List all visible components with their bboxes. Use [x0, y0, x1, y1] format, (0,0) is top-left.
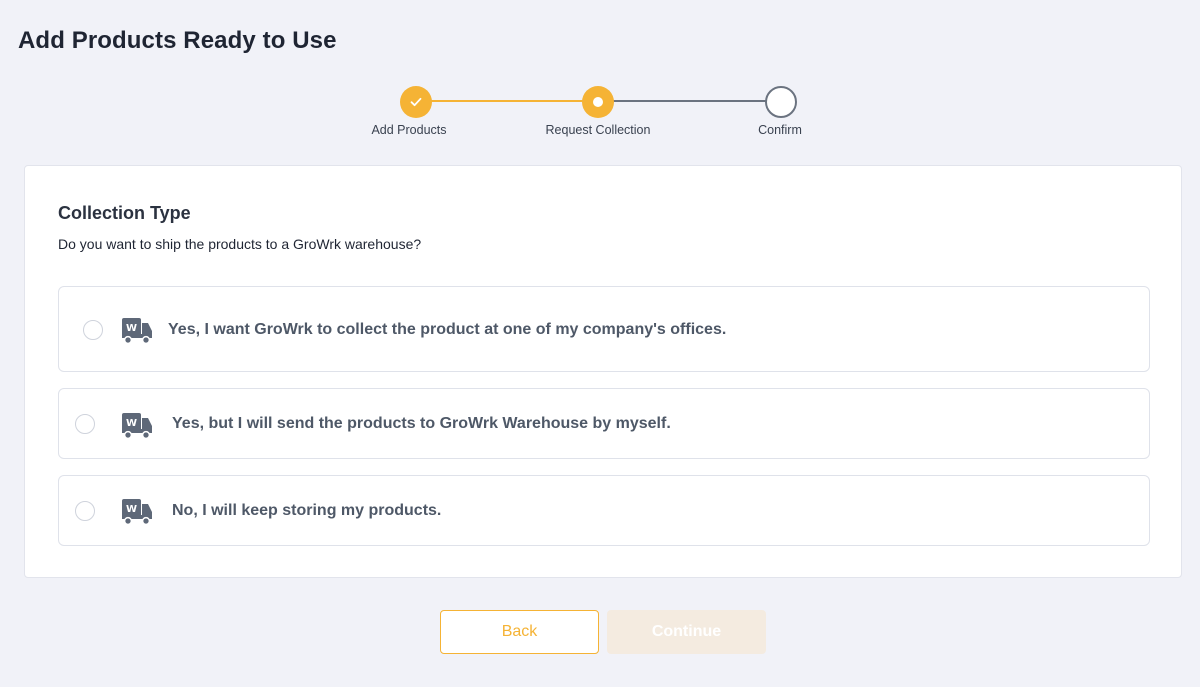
- radio-button[interactable]: [75, 414, 95, 434]
- active-step-dot: [593, 97, 603, 107]
- radio-button[interactable]: [75, 501, 95, 521]
- warehouse-truck-icon: W: [122, 499, 152, 526]
- step-label-add-products: Add Products: [371, 123, 447, 137]
- section-title: Collection Type: [58, 203, 191, 223]
- step-label-confirm: Confirm: [758, 123, 802, 137]
- collection-type-card: Collection Type Do you want to ship the …: [24, 165, 1182, 578]
- option-label: Yes, but I will send the products to Gro…: [172, 415, 671, 432]
- option-collect-at-office[interactable]: W Yes, I want GroWrk to collect the prod…: [58, 286, 1150, 372]
- checkmark-icon: [410, 97, 422, 107]
- svg-text:W: W: [126, 504, 137, 515]
- back-button[interactable]: Back: [440, 610, 599, 654]
- warehouse-truck-icon: W: [122, 318, 152, 345]
- step-request-collection-indicator: [582, 86, 614, 118]
- stepper-connector-completed: [431, 100, 583, 102]
- continue-button[interactable]: Continue: [607, 610, 766, 654]
- svg-text:W: W: [126, 323, 137, 334]
- warehouse-truck-icon: W: [122, 413, 152, 440]
- option-label: Yes, I want GroWrk to collect the produc…: [168, 321, 727, 338]
- option-send-by-myself[interactable]: W Yes, but I will send the products to G…: [58, 388, 1150, 459]
- step-add-products-indicator: [400, 86, 432, 118]
- step-label-request-collection: Request Collection: [545, 123, 651, 137]
- progress-stepper: Add Products Request Collection Confirm: [0, 85, 1200, 145]
- page-title: Add Products Ready to Use: [18, 27, 337, 54]
- step-confirm-indicator: [765, 86, 797, 118]
- svg-text:W: W: [126, 418, 137, 429]
- stepper-connector-pending: [613, 100, 766, 102]
- section-question: Do you want to ship the products to a Gr…: [58, 236, 422, 252]
- radio-button[interactable]: [83, 320, 103, 340]
- option-keep-storing[interactable]: W No, I will keep storing my products.: [58, 475, 1150, 546]
- option-label: No, I will keep storing my products.: [172, 502, 442, 519]
